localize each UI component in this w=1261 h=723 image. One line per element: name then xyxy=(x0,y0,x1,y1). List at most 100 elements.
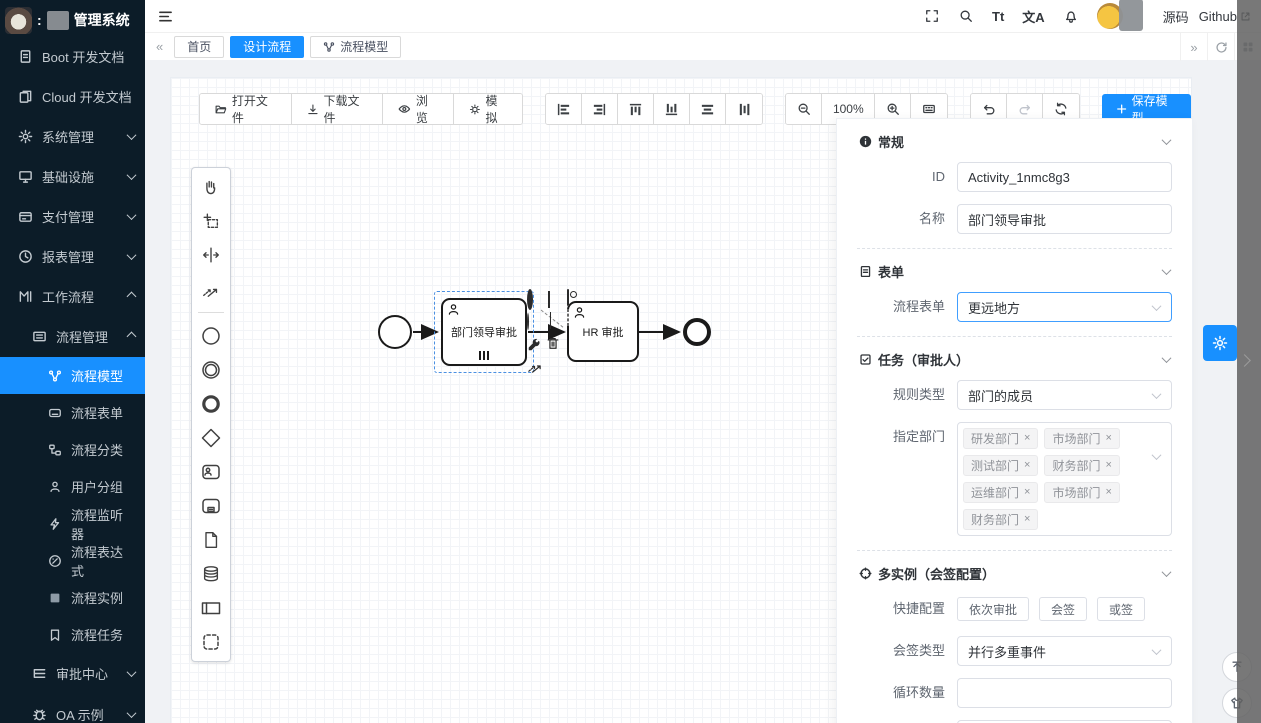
intermediate-event-tool[interactable] xyxy=(199,358,223,382)
section-general[interactable]: 常规 xyxy=(857,119,1172,162)
sidebar-item-process-task[interactable]: 流程任务 xyxy=(0,616,145,653)
refresh-tab-icon[interactable] xyxy=(1207,33,1234,61)
name-input[interactable] xyxy=(957,204,1172,234)
sidebar-item-process-model[interactable]: 流程模型 xyxy=(0,357,145,394)
tabs-scroll-left-icon[interactable]: « xyxy=(151,39,168,54)
bell-icon[interactable] xyxy=(1063,8,1079,24)
loop-count-input[interactable] xyxy=(957,678,1172,708)
id-input[interactable] xyxy=(957,162,1172,192)
font-size-icon[interactable]: Tt xyxy=(992,9,1004,24)
trash-icon[interactable] xyxy=(546,336,560,350)
dept-tag: 财务部门× xyxy=(963,509,1038,530)
group-tool[interactable] xyxy=(199,630,223,654)
tab-design-process[interactable]: 设计流程 xyxy=(230,36,304,58)
sidebar-item-process-expression[interactable]: 流程表达式 xyxy=(0,542,145,579)
sidebar-item-process-category[interactable]: 流程分类 xyxy=(0,431,145,468)
bug-icon xyxy=(32,707,47,722)
append-gateway-icon[interactable] xyxy=(548,292,550,307)
sidebar-item-infra[interactable]: 基础设施 xyxy=(0,156,145,196)
start-event[interactable] xyxy=(378,315,412,349)
task-hr-approval[interactable]: HR 审批 xyxy=(567,301,639,362)
data-store-tool[interactable] xyxy=(199,562,223,586)
sidebar-item-process-mgmt[interactable]: 流程管理 xyxy=(0,316,145,357)
language-icon[interactable]: 文A xyxy=(1022,7,1044,26)
hand-tool[interactable] xyxy=(199,175,223,199)
task-dept-leader-approval[interactable]: 部门领导审批 xyxy=(441,298,527,366)
download-file-button[interactable]: 下载文件 xyxy=(292,94,384,124)
sidebar-item-workflow[interactable]: 工作流程 xyxy=(0,276,145,316)
sidebar-item-user-group[interactable]: 用户分组 xyxy=(0,468,145,505)
tag-close-icon[interactable]: × xyxy=(1105,460,1111,471)
tag-close-icon[interactable]: × xyxy=(1105,487,1111,498)
sidebar-item-process-listener[interactable]: 流程监听器 xyxy=(0,505,145,542)
tag-close-icon[interactable]: × xyxy=(1024,460,1030,471)
tab-process-model[interactable]: 流程模型 xyxy=(310,36,401,58)
tag-close-icon[interactable]: × xyxy=(1105,433,1111,444)
avatar[interactable] xyxy=(1097,3,1123,29)
space-tool[interactable] xyxy=(199,243,223,267)
lasso-tool[interactable] xyxy=(199,209,223,233)
user-task-tool[interactable] xyxy=(199,460,223,484)
tabs-scroll-right-icon[interactable]: » xyxy=(1180,33,1207,61)
align-right-icon[interactable] xyxy=(582,94,618,124)
multi-instance-marker xyxy=(479,351,489,360)
global-connect-tool[interactable] xyxy=(199,277,223,301)
tab-home[interactable]: 首页 xyxy=(174,36,224,58)
tag-close-icon[interactable]: × xyxy=(1024,514,1030,525)
align-center-icon[interactable] xyxy=(726,94,762,124)
sidebar-item-report[interactable]: 报表管理 xyxy=(0,236,145,276)
gateway-tool[interactable] xyxy=(199,426,223,450)
section-task-assignee[interactable]: 任务（审批人） xyxy=(857,337,1172,380)
sidebar-item-approval-center[interactable]: 审批中心 xyxy=(0,653,145,694)
align-middle-icon[interactable] xyxy=(690,94,726,124)
sidebar-item-label: 报表管理 xyxy=(42,247,94,266)
subprocess-tool[interactable] xyxy=(199,494,223,518)
connect-icon[interactable] xyxy=(527,359,542,374)
fullscreen-icon[interactable] xyxy=(924,8,940,24)
end-event[interactable] xyxy=(683,318,711,346)
append-task-icon[interactable] xyxy=(567,290,569,305)
align-top-icon[interactable] xyxy=(618,94,654,124)
process-form-select[interactable]: 更远地方 xyxy=(957,292,1172,322)
sidebar-item-boot-docs[interactable]: Boot 开发文档 xyxy=(0,36,145,76)
end-event-tool[interactable] xyxy=(199,392,223,416)
preview-button[interactable]: 浏览 xyxy=(383,94,453,124)
search-icon[interactable] xyxy=(958,8,974,24)
quick-orsign-button[interactable]: 或签 xyxy=(1097,597,1145,621)
dept-tag: 运维部门× xyxy=(963,482,1038,503)
simulate-button[interactable]: 模拟 xyxy=(454,94,523,124)
sidebar-item-oa-example[interactable]: OA 示例 xyxy=(0,694,145,723)
zoom-out-icon[interactable] xyxy=(786,94,822,124)
start-event-tool[interactable] xyxy=(199,324,223,348)
source-code-link[interactable]: 源码 xyxy=(1163,7,1189,26)
section-form[interactable]: 表单 xyxy=(857,249,1172,292)
participant-pool-tool[interactable] xyxy=(199,596,223,620)
rule-type-select[interactable]: 部门的成员 xyxy=(957,380,1172,410)
tag-close-icon[interactable]: × xyxy=(1024,433,1030,444)
process-form-label: 流程表单 xyxy=(857,292,945,322)
align-left-icon[interactable] xyxy=(546,94,582,124)
quick-countersign-button[interactable]: 会签 xyxy=(1039,597,1087,621)
sidebar-item-payment[interactable]: 支付管理 xyxy=(0,196,145,236)
append-subprocess-icon[interactable] xyxy=(567,310,569,325)
append-end-event-icon[interactable] xyxy=(527,292,533,307)
append-intermediate-event-icon[interactable] xyxy=(527,314,529,329)
align-bottom-icon[interactable] xyxy=(654,94,690,124)
wrench-icon[interactable] xyxy=(527,338,541,352)
sign-type-select[interactable]: 并行多重事件 xyxy=(957,636,1172,666)
chevron-down-icon xyxy=(127,210,137,220)
menu-collapse-icon[interactable] xyxy=(157,8,173,24)
sidebar-item-process-form[interactable]: 流程表单 xyxy=(0,394,145,431)
sidebar-item-cloud-docs[interactable]: Cloud 开发文档 xyxy=(0,76,145,116)
section-multi-body: 快捷配置 依次审批 会签 或签 会签类型 并行多重事件 循环数量 完成条件 xyxy=(857,594,1172,723)
open-file-button[interactable]: 打开文件 xyxy=(200,94,292,124)
tag-close-icon[interactable]: × xyxy=(1024,487,1030,498)
sidebar-item-process-instance[interactable]: 流程实例 xyxy=(0,579,145,616)
assigned-dept-multiselect[interactable]: 研发部门× 市场部门× 测试部门× 财务部门× 运维部门× 市场部门× 财务部门… xyxy=(957,422,1172,536)
data-object-tool[interactable] xyxy=(199,528,223,552)
quick-sequential-button[interactable]: 依次审批 xyxy=(957,597,1029,621)
text-annotation-icon[interactable] xyxy=(550,313,551,328)
section-multi-instance[interactable]: 多实例（会签配置） xyxy=(857,551,1172,594)
panel-settings-button[interactable] xyxy=(1203,325,1237,361)
sidebar-item-system[interactable]: 系统管理 xyxy=(0,116,145,156)
